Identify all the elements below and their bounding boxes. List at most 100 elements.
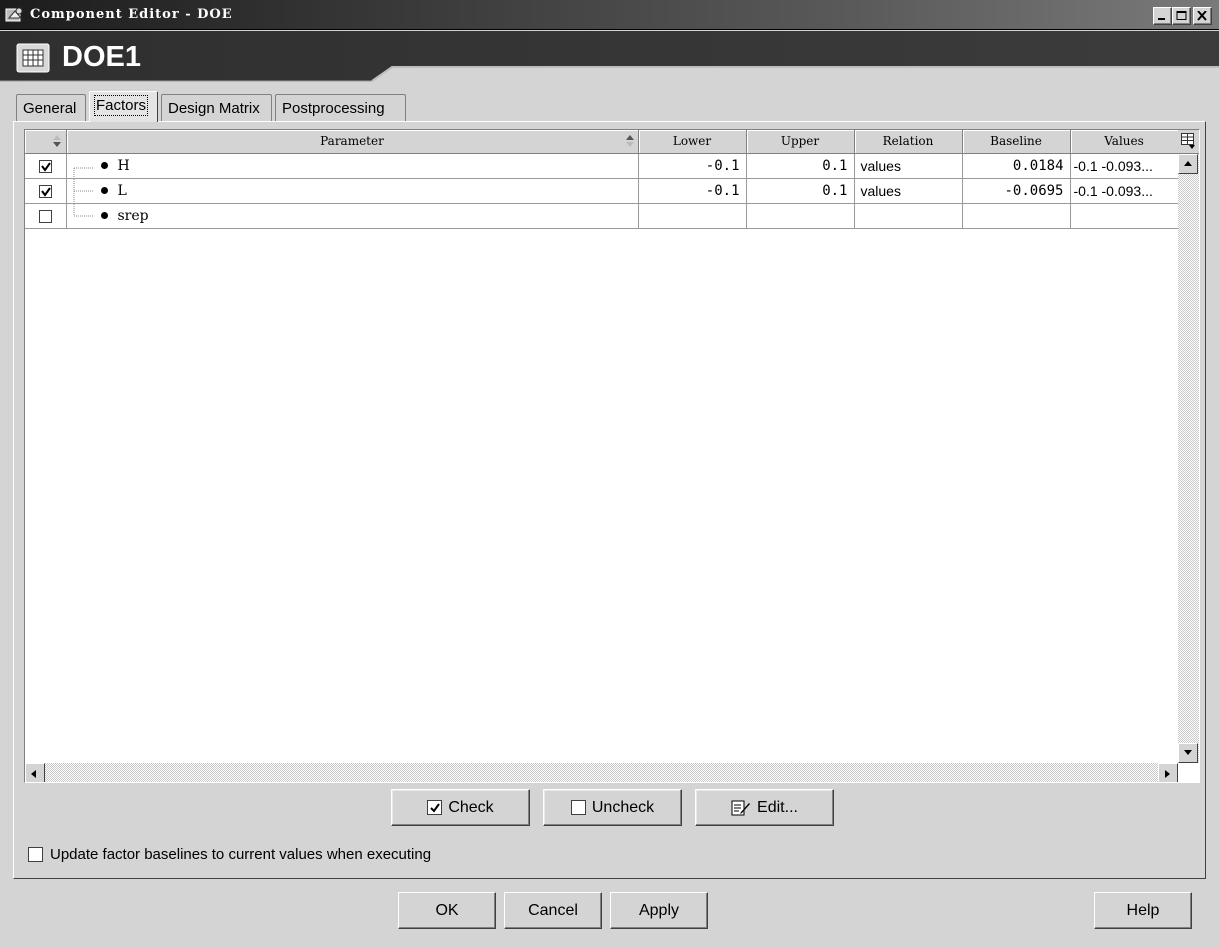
help-button[interactable]: Help [1094,892,1192,929]
update-baselines-label: Update factor baselines to current value… [50,846,432,863]
edit-button[interactable]: Edit... [695,789,834,826]
arrow-right-icon [1165,770,1170,778]
relation-cell[interactable]: values [854,153,963,179]
column-header-relation[interactable]: Relation [854,130,963,154]
table-row[interactable]: L -0.1 0.1 values -0.0695 -0.1 -0.093... [25,178,1179,204]
bullet-icon [100,187,108,194]
upper-cell[interactable] [746,203,855,229]
component-banner: DOE1 [0,31,1219,91]
tab-general[interactable]: General [16,94,86,122]
edit-icon [731,800,751,815]
column-header-lower[interactable]: Lower [638,130,747,154]
values-cell[interactable]: -0.1 -0.093... [1070,153,1179,179]
apply-button-label: Apply [638,901,680,919]
tab-design-matrix-label: Design Matrix [168,100,260,117]
row-checkbox[interactable] [38,185,52,199]
cancel-button[interactable]: Cancel [504,892,602,929]
column-chooser-button[interactable] [1178,130,1199,154]
parameter-name: srep [117,207,149,224]
check-button[interactable]: Check [391,789,530,826]
parameter-cell[interactable]: H [66,153,639,179]
baseline-cell[interactable] [962,203,1071,229]
ok-button[interactable]: OK [398,892,496,929]
baseline-cell[interactable]: -0.0695 [962,178,1071,204]
column-header-upper[interactable]: Upper [746,130,855,154]
column-chooser-icon [1181,133,1195,149]
scroll-down-button[interactable] [1178,743,1198,763]
arrow-down-icon [1184,750,1192,755]
relation-cell[interactable]: values [854,178,963,204]
table-row[interactable]: H -0.1 0.1 values 0.0184 -0.1 -0.093... [25,153,1179,179]
uncheck-button-label: Uncheck [591,798,655,816]
check-button-label: Check [448,798,494,816]
update-baselines-option[interactable]: Update factor baselines to current value… [28,846,431,863]
column-header-values-label: Values [1104,134,1144,149]
parameter-cell[interactable]: L [66,178,639,204]
help-button-label: Help [1126,901,1160,919]
upper-cell[interactable]: 0.1 [746,178,855,204]
table-row[interactable]: srep [25,203,1179,229]
ok-button-label: OK [435,901,459,919]
minimize-button[interactable] [1153,7,1172,25]
baseline-cell[interactable]: 0.0184 [962,153,1071,179]
window-title: Component Editor - DOE [30,7,233,22]
relation-cell[interactable] [854,203,963,229]
sort-arrows-icon [625,135,634,147]
factors-grid: Parameter Lower Upper Relation Baseline … [24,129,1200,783]
table-header-row: Parameter Lower Upper Relation Baseline … [25,130,1179,154]
update-baselines-checkbox[interactable] [28,847,43,862]
tab-general-label: General [23,100,77,117]
values-cell[interactable] [1070,203,1179,229]
checkbox-column-header[interactable] [25,130,67,154]
app-icon [5,7,23,22]
lower-cell[interactable]: -0.1 [638,178,747,204]
checkmark-icon [40,187,51,197]
maximize-button[interactable] [1172,7,1191,25]
values-cell[interactable]: -0.1 -0.093... [1070,178,1179,204]
checkbox-checked-icon [427,800,443,815]
parameter-name: L [117,182,127,199]
bullet-icon [100,162,108,169]
tree-connector-icon [73,203,93,216]
window-titlebar[interactable]: Component Editor - DOE [0,0,1219,30]
lower-cell[interactable] [638,203,747,229]
tab-postprocessing[interactable]: Postprocessing [275,94,406,122]
checkmark-icon [40,162,51,172]
row-checkbox-cell[interactable] [25,203,67,229]
apply-button[interactable]: Apply [610,892,708,929]
column-header-upper-label: Upper [780,134,820,149]
row-checkbox-cell[interactable] [25,178,67,204]
column-header-relation-label: Relation [882,134,934,149]
factors-table: Parameter Lower Upper Relation Baseline … [25,130,1179,229]
tab-design-matrix[interactable]: Design Matrix [161,94,272,122]
close-icon [1197,11,1207,21]
row-checkbox-cell[interactable] [25,153,67,179]
row-checkbox[interactable] [38,160,52,174]
doe-component-icon [16,43,50,73]
parameter-name: H [117,157,130,174]
close-button[interactable] [1193,7,1212,25]
row-checkbox[interactable] [38,210,52,224]
column-header-parameter-label: Parameter [320,134,384,149]
tab-postprocessing-label: Postprocessing [282,100,385,117]
cancel-button-label: Cancel [528,901,578,919]
minimize-icon [1158,18,1165,20]
maximize-icon [1176,11,1187,20]
vertical-scrollbar[interactable] [1178,154,1199,763]
column-header-values[interactable]: Values [1070,130,1179,154]
scroll-up-button[interactable] [1178,154,1198,174]
scroll-left-button[interactable] [25,763,45,782]
uncheck-button[interactable]: Uncheck [543,789,682,826]
banner-background [0,31,1219,82]
lower-cell[interactable]: -0.1 [638,153,747,179]
column-header-baseline-label: Baseline [990,134,1042,149]
factors-panel: Parameter Lower Upper Relation Baseline … [13,121,1206,879]
upper-cell[interactable]: 0.1 [746,153,855,179]
horizontal-scrollbar[interactable] [25,763,1178,782]
tab-factors-label: Factors [93,95,149,116]
column-header-parameter[interactable]: Parameter [66,130,639,154]
column-header-baseline[interactable]: Baseline [962,130,1071,154]
parameter-cell[interactable]: srep [66,203,639,229]
tab-factors[interactable]: Factors [89,91,158,122]
scroll-right-button[interactable] [1158,763,1178,782]
